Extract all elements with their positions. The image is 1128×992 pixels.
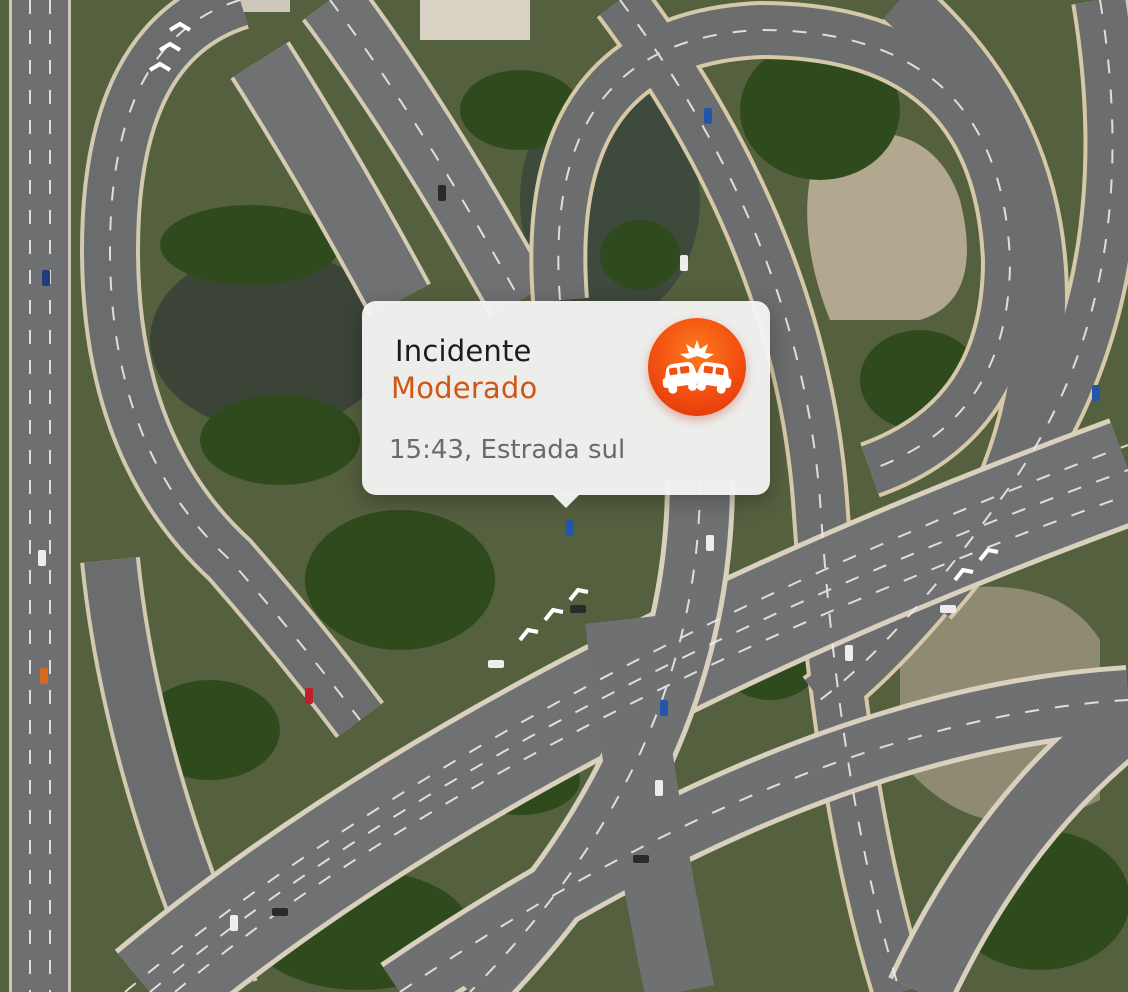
incident-severity: Moderado [391, 371, 538, 405]
incident-badge[interactable] [648, 318, 746, 416]
incident-time-location: 15:43, Estrada sul [389, 435, 626, 465]
incident-popup[interactable]: Incidente Moderado 15:43, Estrada sul [362, 301, 770, 508]
car-collision-icon [662, 340, 732, 394]
incident-title: Incidente [395, 334, 532, 368]
